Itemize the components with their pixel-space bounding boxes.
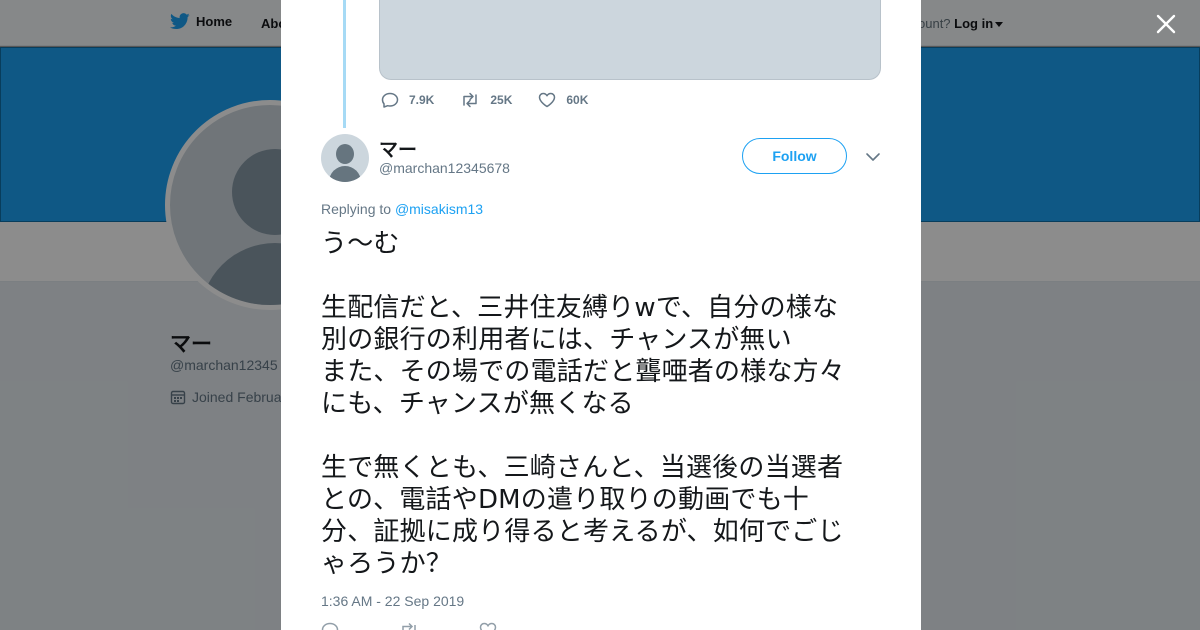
tweet-timestamp[interactable]: 1:36 AM - 22 Sep 2019	[321, 593, 464, 609]
like-icon[interactable]	[479, 622, 497, 630]
replying-to: Replying to @misakism13	[321, 201, 483, 217]
like-action[interactable]: 60K	[538, 92, 588, 108]
author-avatar[interactable]	[321, 134, 369, 182]
chevron-down-icon[interactable]	[865, 150, 881, 164]
replying-prefix: Replying to	[321, 201, 395, 217]
like-icon	[539, 92, 556, 108]
tweet-actions-partial	[321, 622, 497, 630]
parent-tweet-media[interactable]	[379, 0, 881, 80]
tweet-text: う～む 生配信だと、三井住友縛りwで、自分の様な 別の銀行の利用者には、チャンス…	[321, 229, 846, 579]
like-count: 60K	[566, 93, 589, 107]
retweet-count: 25K	[490, 93, 513, 107]
retweet-action[interactable]: 25K	[460, 92, 512, 108]
tweet-modal: 7.9K 25K 60K マー @marchan12345678 Follow …	[281, 0, 921, 630]
retweet-icon[interactable]	[399, 622, 419, 630]
parent-tweet-actions: 7.9K 25K 60K	[381, 92, 614, 108]
replying-handle-link[interactable]: @misakism13	[395, 201, 483, 217]
avatar-head-shape	[336, 144, 354, 164]
reply-icon[interactable]	[321, 622, 339, 630]
reply-icon	[381, 92, 399, 108]
thread-connector-line	[343, 0, 346, 128]
retweet-icon	[463, 92, 478, 108]
close-icon[interactable]	[1152, 10, 1180, 38]
avatar-body-shape	[329, 166, 361, 182]
reply-action[interactable]: 7.9K	[381, 92, 434, 108]
reply-count: 7.9K	[409, 93, 435, 107]
author-name[interactable]: マー	[379, 135, 417, 162]
author-handle[interactable]: @marchan12345678	[379, 160, 510, 176]
follow-button[interactable]: Follow	[742, 138, 847, 174]
